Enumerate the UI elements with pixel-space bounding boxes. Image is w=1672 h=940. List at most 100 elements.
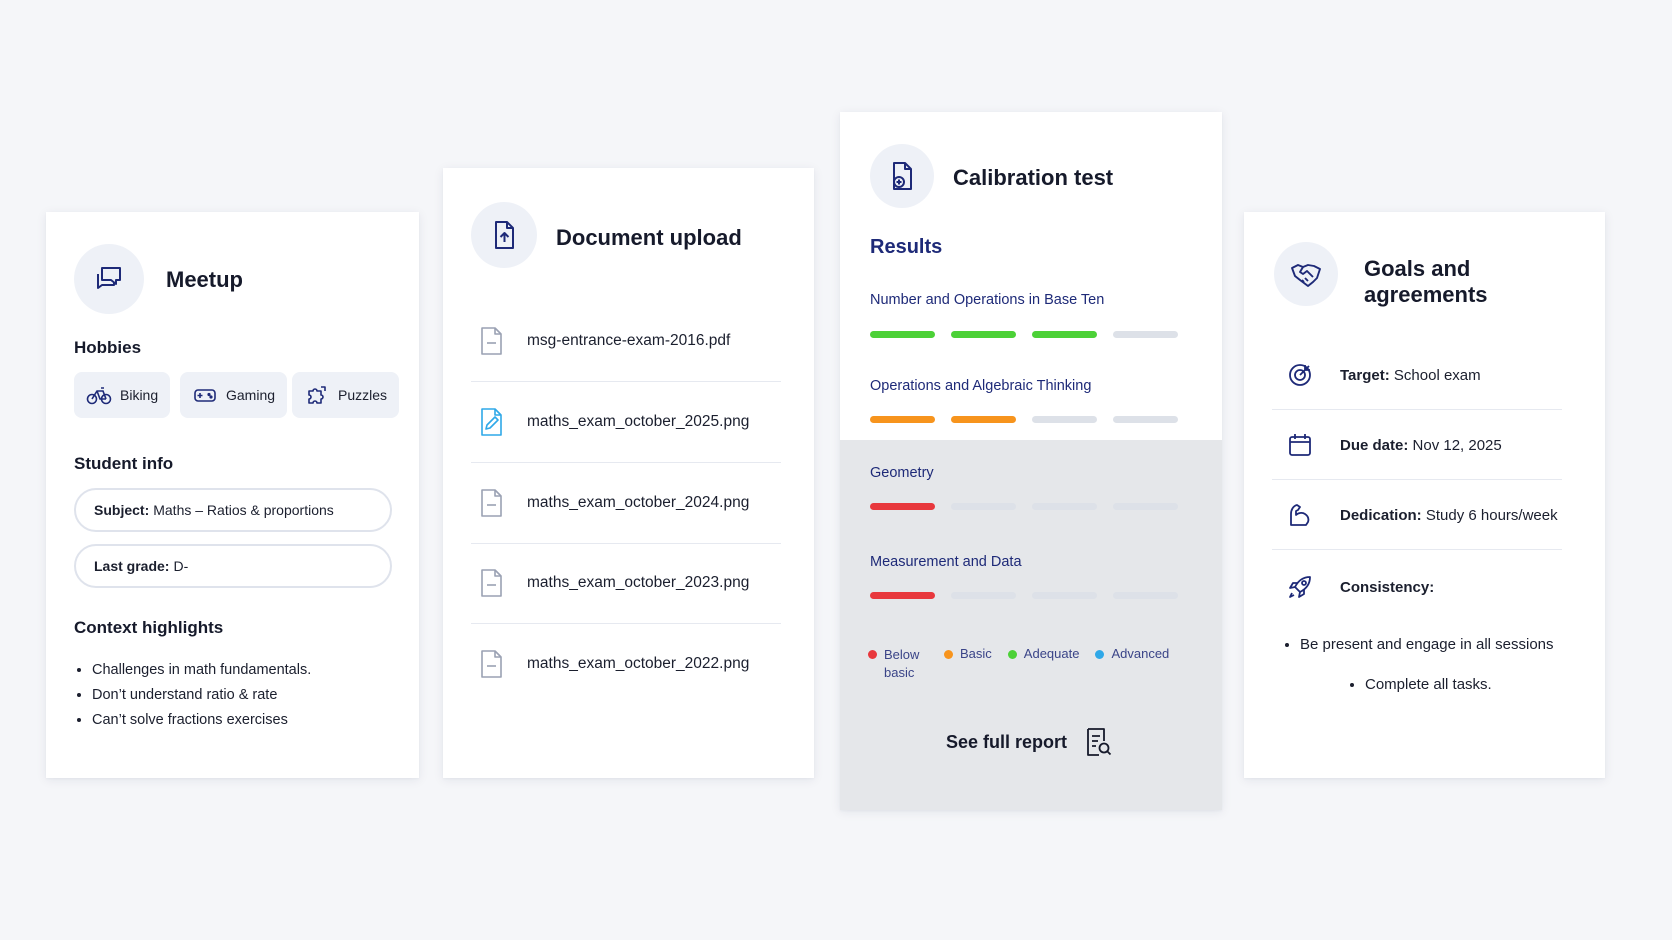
file-check-icon: [870, 144, 934, 208]
file-icon: [481, 569, 502, 597]
subject-value: Maths – Ratios & proportions: [153, 502, 334, 518]
level-segment: [951, 331, 1016, 338]
document-upload-card: Document upload msg-entrance-exam-2016.p…: [443, 168, 814, 778]
level-segment: [1032, 592, 1097, 599]
file-name: maths_exam_october_2025.png: [527, 413, 750, 430]
report-search-icon: [1087, 728, 1112, 756]
legend-item: Basic: [944, 646, 992, 661]
level-segment: [1113, 331, 1178, 338]
chat-icon: [74, 244, 144, 314]
target-icon: [1289, 364, 1311, 386]
goals-title: Goals and agreements: [1364, 256, 1488, 308]
consistency-row: Consistency:: [1272, 552, 1562, 622]
level-segment: [1113, 503, 1178, 510]
level-segment: [870, 503, 935, 510]
hobby-chip-puzzles[interactable]: Puzzles: [292, 372, 400, 418]
grade-key: Last grade:: [94, 558, 170, 574]
meetup-title: Meetup: [166, 267, 243, 292]
file-edit-icon: [481, 408, 502, 436]
level-segment: [1113, 416, 1178, 423]
topic-level-bar: [870, 592, 1178, 599]
subject-field: Subject: Maths – Ratios & proportions: [74, 488, 392, 532]
legend-item: Advanced: [1095, 646, 1169, 661]
legend: Below basic Basic Adequate Advanced: [868, 646, 1169, 682]
calibration-card: Calibration test Results Number and Oper…: [840, 112, 1222, 810]
legend-dot: [1007, 650, 1017, 659]
file-name: msg-entrance-exam-2016.pdf: [527, 332, 731, 349]
file-icon: [481, 327, 502, 355]
list-item[interactable]: maths_exam_october_2022.png: [471, 624, 781, 704]
list-item[interactable]: maths_exam_october_2025.png: [471, 382, 781, 462]
report-label: See full report: [946, 731, 1068, 752]
context-title: Context highlights: [74, 618, 224, 637]
file-name: maths_exam_october_2024.png: [527, 494, 750, 511]
topic-label: Operations and Algebraic Thinking: [870, 378, 1092, 394]
level-segment: [1032, 416, 1097, 423]
list-item: Don’t understand ratio & rate: [92, 687, 311, 703]
puzzle-icon: [308, 386, 326, 404]
hobby-chip-biking[interactable]: Biking: [74, 372, 171, 418]
bike-icon: [86, 387, 112, 405]
list-item[interactable]: maths_exam_october_2023.png: [471, 543, 781, 623]
see-full-report-button[interactable]: See full report: [946, 726, 1113, 758]
hobby-chip-gaming[interactable]: Gaming: [180, 372, 288, 418]
calendar-icon: [1289, 434, 1311, 456]
topic-level-bar: [870, 331, 1178, 338]
list-item: Be present and engage in all sessions: [1300, 636, 1554, 653]
docs-title: Document upload: [556, 225, 742, 250]
rocket-icon: [1289, 576, 1311, 598]
calibration-title: Calibration test: [953, 165, 1114, 190]
consistency-key: Consistency:: [1340, 578, 1435, 596]
goals-title-line: Goals and: [1364, 256, 1471, 281]
dedication-key: Dedication:: [1340, 506, 1422, 524]
gamepad-icon: [194, 389, 216, 402]
handshake-icon: [1274, 242, 1338, 306]
goals-card: Goals and agreements Target: School exam…: [1244, 212, 1605, 778]
legend-label: Below basic: [884, 647, 920, 680]
topic-level-bar: [870, 503, 1178, 510]
file-icon: [481, 650, 502, 678]
file-name: maths_exam_october_2022.png: [527, 655, 750, 672]
topic-level-bar: [870, 416, 1178, 423]
results-title: Results: [870, 236, 943, 258]
level-segment: [951, 592, 1016, 599]
legend-item: Below basic: [868, 646, 928, 682]
hobby-label: Biking: [120, 387, 159, 403]
hobby-label: Gaming: [226, 387, 276, 403]
divider: [1272, 549, 1562, 550]
level-segment: [1113, 592, 1178, 599]
consistency-list: Complete all tasks.: [1365, 676, 1492, 693]
last-grade-field: Last grade: D-: [74, 544, 392, 588]
dedication-value: Study 6 hours/week: [1425, 506, 1558, 524]
due-value: Nov 12, 2025: [1412, 436, 1502, 454]
file-upload-icon[interactable]: [471, 202, 537, 268]
legend-dot: [944, 650, 953, 659]
legend-item: Adequate: [1007, 646, 1079, 661]
target-key: Target:: [1340, 366, 1390, 384]
legend-label: Advanced: [1111, 646, 1170, 661]
legend-dot: [868, 650, 877, 659]
list-item: Challenges in math fundamentals.: [92, 662, 311, 678]
file-name: maths_exam_october_2023.png: [527, 574, 750, 591]
level-segment: [1032, 331, 1097, 338]
list-item: Complete all tasks.: [1365, 676, 1492, 693]
legend-dot: [1095, 650, 1105, 659]
list-item[interactable]: maths_exam_october_2024.png: [471, 463, 781, 543]
topic-label: Measurement and Data: [870, 554, 1022, 570]
topic-label: Geometry: [870, 465, 934, 481]
legend-label: Basic: [960, 646, 992, 661]
list-item: Can’t solve fractions exercises: [92, 712, 311, 728]
muscle-icon: [1290, 504, 1310, 526]
target-row: Target: School exam: [1272, 340, 1562, 410]
level-segment: [951, 416, 1016, 423]
level-segment: [870, 416, 935, 423]
list-item[interactable]: msg-entrance-exam-2016.pdf: [471, 301, 781, 381]
level-segment: [870, 592, 935, 599]
level-segment: [1032, 503, 1097, 510]
level-segment: [951, 503, 1016, 510]
student-info-title: Student info: [74, 454, 174, 473]
hobby-label: Puzzles: [338, 387, 388, 403]
due-date-row: Due date: Nov 12, 2025: [1272, 410, 1562, 480]
dedication-row: Dedication: Study 6 hours/week: [1272, 480, 1592, 550]
due-key: Due date:: [1340, 436, 1409, 454]
